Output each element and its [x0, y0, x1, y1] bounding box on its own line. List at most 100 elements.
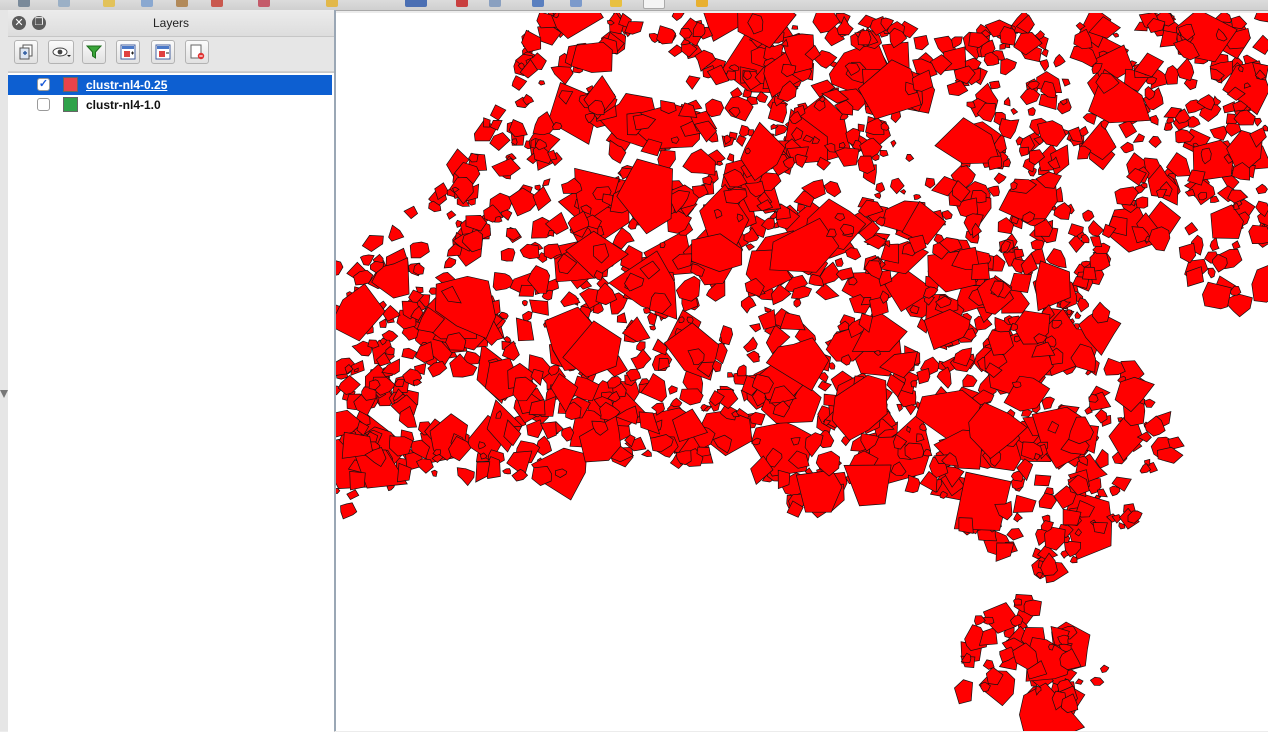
cluster-polygon — [838, 321, 849, 331]
collapse-all-button[interactable] — [151, 40, 175, 64]
cluster-polygon — [697, 447, 710, 456]
cluster-polygon — [1150, 115, 1158, 125]
cluster-polygon — [720, 326, 732, 345]
cluster-polygon — [402, 348, 417, 359]
cluster-polygon — [1210, 237, 1219, 250]
toolbar-button-fragment[interactable] — [696, 0, 708, 7]
cluster-polygon — [750, 324, 761, 332]
cluster-polygon — [653, 339, 667, 355]
cluster-polygon — [1249, 225, 1268, 243]
cluster-polygon — [972, 263, 990, 280]
cluster-polygon — [350, 471, 366, 490]
cluster-polygon — [1024, 600, 1042, 616]
cluster-polygon — [736, 135, 746, 146]
cluster-polygon — [1007, 529, 1024, 541]
toolbar-button-fragment[interactable] — [58, 0, 70, 7]
cluster-polygon — [657, 26, 676, 44]
toolbar-button-fragment[interactable] — [405, 0, 427, 7]
panel-title: Layers — [8, 16, 334, 30]
toolbar-button-fragment[interactable] — [456, 0, 468, 7]
collapse-arrow-icon[interactable] — [0, 390, 8, 398]
toolbar-button-fragment[interactable] — [570, 0, 582, 7]
cluster-polygon — [1083, 210, 1094, 221]
cluster-polygon — [522, 301, 527, 306]
cluster-polygon — [660, 242, 665, 248]
cluster-polygon — [925, 178, 935, 188]
layer-visibility-checkbox[interactable]: ✓ — [37, 78, 50, 91]
cluster-polygon — [1039, 493, 1056, 509]
cluster-polygon — [758, 310, 775, 330]
toolbar-button-fragment[interactable] — [643, 0, 665, 9]
cluster-polygon — [1256, 201, 1268, 217]
cluster-polygon — [672, 13, 684, 21]
cluster-polygon — [414, 380, 422, 386]
remove-layer-button[interactable] — [185, 40, 209, 64]
cluster-polygon — [1149, 136, 1161, 147]
cluster-polygon — [1104, 358, 1126, 375]
add-group-button[interactable] — [14, 40, 38, 64]
cluster-polygon — [659, 358, 670, 370]
cluster-polygon — [881, 122, 889, 130]
cluster-polygon — [1083, 267, 1097, 280]
cluster-polygon — [792, 26, 798, 30]
cluster-polygon — [1042, 397, 1055, 409]
toolbar-button-fragment[interactable] — [258, 0, 270, 7]
layer-name[interactable]: clustr-nl4-1.0 — [86, 98, 161, 112]
toolbar-button-fragment[interactable] — [103, 0, 115, 7]
cluster-polygon — [795, 154, 807, 167]
cluster-polygon — [676, 276, 700, 301]
cluster-polygon — [368, 340, 379, 348]
cluster-polygon — [551, 65, 573, 85]
cluster-polygon — [1077, 298, 1088, 312]
cluster-polygon — [1070, 556, 1077, 563]
cluster-polygon — [911, 381, 917, 388]
cluster-polygon — [492, 158, 520, 176]
cluster-polygon — [432, 470, 438, 476]
toolbar-button-fragment[interactable] — [18, 0, 30, 7]
cluster-polygon — [746, 244, 754, 251]
cluster-polygon — [1210, 126, 1227, 141]
cluster-polygon — [512, 76, 527, 91]
cluster-polygon — [905, 443, 924, 459]
toolbar-button-fragment[interactable] — [532, 0, 544, 7]
toolbar-button-fragment[interactable] — [489, 0, 501, 7]
manage-visibility-button[interactable] — [48, 40, 74, 64]
cluster-polygon — [967, 102, 975, 108]
cluster-polygon — [1208, 268, 1215, 278]
toolbar-button-fragment[interactable] — [176, 0, 188, 7]
cluster-polygon — [1075, 679, 1083, 685]
cluster-polygon — [1034, 475, 1051, 486]
filter-legend-button[interactable] — [82, 40, 106, 64]
cluster-polygon — [835, 258, 843, 266]
cluster-polygon — [410, 242, 429, 258]
cluster-polygon — [501, 248, 515, 261]
expand-all-button[interactable] — [116, 40, 140, 64]
toolbar-button-fragment[interactable] — [141, 0, 153, 7]
cluster-polygon — [829, 363, 835, 370]
cluster-polygon — [835, 148, 859, 167]
map-canvas[interactable] — [336, 13, 1268, 731]
cluster-polygon — [1090, 236, 1101, 246]
layer-visibility-checkbox[interactable] — [37, 98, 50, 111]
layer-row[interactable]: ✓ clustr-nl4-0.25 — [8, 75, 332, 95]
cluster-polygon — [1090, 677, 1103, 685]
cluster-polygon — [963, 375, 977, 387]
cluster-polygon — [680, 389, 704, 405]
layer-row[interactable]: clustr-nl4-1.0 — [8, 95, 332, 115]
cluster-polygon — [880, 150, 888, 156]
cluster-polygon — [1100, 665, 1108, 673]
cluster-polygon — [686, 76, 700, 90]
toolbar-button-fragment[interactable] — [211, 0, 223, 7]
cluster-polygon — [737, 365, 746, 376]
cluster-polygon — [1252, 265, 1268, 302]
cluster-polygon — [1254, 13, 1268, 22]
cluster-polygon — [347, 490, 359, 500]
layer-name[interactable]: clustr-nl4-0.25 — [86, 78, 167, 92]
toolbar-button-fragment[interactable] — [610, 0, 622, 7]
cluster-polygon — [1255, 118, 1262, 126]
cluster-polygon — [942, 210, 952, 219]
cluster-polygon — [539, 81, 545, 86]
toolbar-button-fragment[interactable] — [326, 0, 338, 7]
cluster-polygon — [741, 296, 756, 313]
cluster-polygon — [1028, 107, 1035, 115]
